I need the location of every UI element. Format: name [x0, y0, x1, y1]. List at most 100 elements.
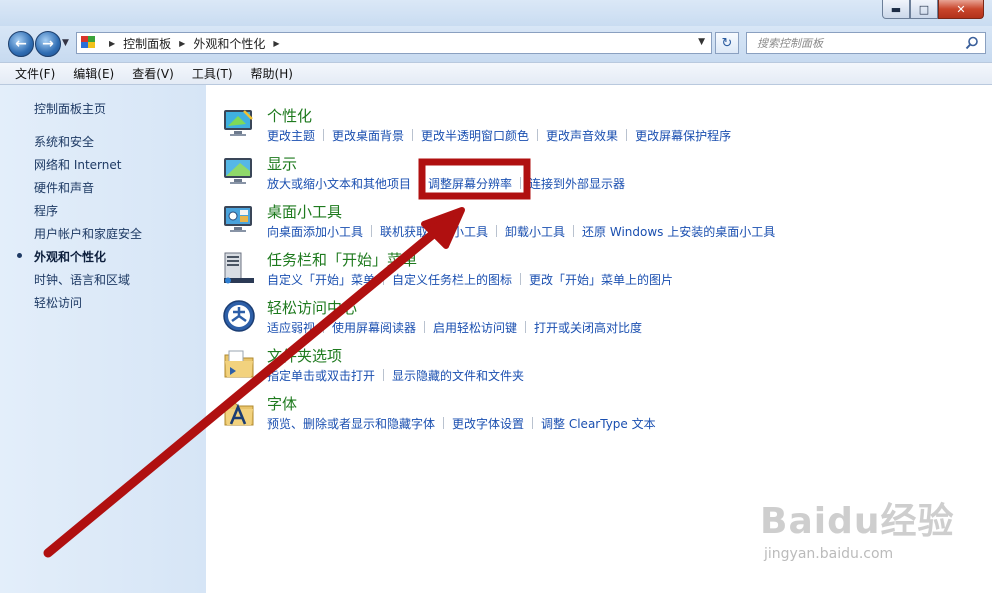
sidebar-item-user-accounts[interactable]: 用户帐户和家庭安全	[34, 225, 142, 242]
category-ease-of-access: 轻松访问中心 适应弱视 使用屏幕阅读器 启用轻松访问键 打开或关闭高对比度	[222, 297, 982, 343]
link-high-contrast[interactable]: 打开或关闭高对比度	[534, 321, 642, 335]
sidebar-item-appearance[interactable]: 外观和个性化	[34, 248, 106, 265]
search-box	[746, 32, 986, 54]
window-controls: ▬ □ ✕	[882, 0, 984, 19]
category-title[interactable]: 轻松访问中心	[267, 297, 357, 318]
link-divider	[532, 417, 534, 429]
category-links: 指定单击或双击打开 显示隐藏的文件和文件夹	[267, 367, 524, 384]
breadcrumb-separator-icon[interactable]: ▶	[109, 39, 115, 48]
link-change-theme[interactable]: 更改主题	[267, 129, 315, 143]
link-screen-resolution[interactable]: 调整屏幕分辨率	[428, 177, 512, 191]
breadcrumb-separator-icon[interactable]: ▶	[273, 39, 279, 48]
search-icon[interactable]	[965, 36, 979, 50]
link-divider	[412, 129, 414, 141]
link-divider	[520, 177, 522, 189]
link-click-options[interactable]: 指定单击或双击打开	[267, 369, 375, 383]
link-change-background[interactable]: 更改桌面背景	[332, 129, 404, 143]
sidebar-item-clock-language[interactable]: 时钟、语言和区域	[34, 271, 130, 288]
minimize-button[interactable]: ▬	[882, 0, 910, 19]
close-button[interactable]: ✕	[938, 0, 984, 19]
taskbar-icon[interactable]	[222, 251, 256, 285]
link-screen-reader[interactable]: 使用屏幕阅读器	[332, 321, 416, 335]
menu-help[interactable]: 帮助(H)	[242, 65, 302, 82]
forward-arrow-icon: →	[42, 36, 54, 52]
maximize-icon: □	[918, 2, 930, 16]
link-cleartype[interactable]: 调整 ClearType 文本	[541, 417, 656, 431]
category-display: 显示 放大或缩小文本和其他项目 调整屏幕分辨率 连接到外部显示器	[222, 153, 982, 199]
link-preview-fonts[interactable]: 预览、删除或者显示和隐藏字体	[267, 417, 435, 431]
category-folder-options: 文件夹选项 指定单击或双击打开 显示隐藏的文件和文件夹	[222, 345, 982, 391]
fonts-icon[interactable]	[222, 395, 256, 429]
back-button[interactable]: ←	[8, 31, 34, 57]
category-title[interactable]: 字体	[267, 393, 297, 414]
sidebar-item-ease-of-access[interactable]: 轻松访问	[34, 294, 82, 311]
sidebar-item-hardware-sound[interactable]: 硬件和声音	[34, 179, 94, 196]
link-divider	[443, 417, 445, 429]
minimize-icon: ▬	[890, 2, 902, 16]
category-taskbar: 任务栏和「开始」菜单 自定义「开始」菜单 自定义任务栏上的图标 更改「开始」菜单上的…	[222, 249, 982, 295]
category-title[interactable]: 任务栏和「开始」菜单	[267, 249, 417, 270]
watermark-url: jingyan.baidu.com	[764, 546, 894, 562]
link-divider	[323, 321, 325, 333]
breadcrumb-appearance[interactable]: 外观和个性化	[193, 35, 265, 52]
personalization-icon[interactable]	[222, 107, 256, 141]
current-item-bullet-icon	[17, 253, 22, 258]
category-title[interactable]: 个性化	[267, 105, 312, 126]
link-window-color[interactable]: 更改半透明窗口颜色	[421, 129, 529, 143]
menu-tools[interactable]: 工具(T)	[183, 65, 242, 82]
back-arrow-icon: ←	[15, 36, 27, 52]
refresh-button[interactable]: ↻	[715, 32, 739, 54]
folder-options-icon[interactable]	[222, 347, 256, 381]
sidebar-item-system-security[interactable]: 系统和安全	[34, 133, 94, 150]
link-change-start-picture[interactable]: 更改「开始」菜单上的图片	[529, 273, 673, 287]
category-title[interactable]: 桌面小工具	[267, 201, 342, 222]
link-divider	[424, 321, 426, 333]
link-low-vision[interactable]: 适应弱视	[267, 321, 315, 335]
maximize-button[interactable]: □	[910, 0, 938, 19]
sidebar-item-programs[interactable]: 程序	[34, 202, 58, 219]
address-dropdown-icon[interactable]: ▼	[698, 37, 705, 47]
category-links: 放大或缩小文本和其他项目 调整屏幕分辨率 连接到外部显示器	[267, 175, 625, 192]
close-icon: ✕	[956, 2, 966, 16]
link-show-hidden-files[interactable]: 显示隐藏的文件和文件夹	[392, 369, 524, 383]
gadgets-icon[interactable]	[222, 203, 256, 237]
link-external-display[interactable]: 连接到外部显示器	[529, 177, 625, 191]
link-divider	[520, 273, 522, 285]
link-customize-taskbar-icons[interactable]: 自定义任务栏上的图标	[392, 273, 512, 287]
breadcrumb-control-panel[interactable]: 控制面板	[123, 35, 171, 52]
watermark-brand: Baidu经验	[760, 501, 955, 542]
link-get-more-gadgets[interactable]: 联机获取更多小工具	[380, 225, 488, 239]
ease-of-access-icon[interactable]	[222, 299, 256, 333]
link-add-gadgets[interactable]: 向桌面添加小工具	[267, 225, 363, 239]
category-title[interactable]: 文件夹选项	[267, 345, 342, 366]
category-gadgets: 桌面小工具 向桌面添加小工具 联机获取更多小工具 卸载小工具 还原 Windows 上…	[222, 201, 982, 247]
menu-edit[interactable]: 编辑(E)	[64, 65, 123, 82]
link-sound-effects[interactable]: 更改声音效果	[546, 129, 618, 143]
search-input[interactable]	[755, 35, 959, 51]
link-ease-keys[interactable]: 启用轻松访问键	[433, 321, 517, 335]
category-personalization: 个性化 更改主题 更改桌面背景 更改半透明窗口颜色 更改声音效果 更改屏幕保护程序	[222, 105, 982, 151]
link-divider	[496, 225, 498, 237]
display-icon[interactable]	[222, 155, 256, 189]
menu-view[interactable]: 查看(V)	[123, 65, 183, 82]
link-zoom-text[interactable]: 放大或缩小文本和其他项目	[267, 177, 411, 191]
address-bar[interactable]: ▶ 控制面板 ▶ 外观和个性化 ▶ ▼	[76, 32, 712, 54]
link-screensaver[interactable]: 更改屏幕保护程序	[635, 129, 731, 143]
link-customize-start-menu[interactable]: 自定义「开始」菜单	[267, 273, 375, 287]
breadcrumb-separator-icon[interactable]: ▶	[179, 39, 185, 48]
baidu-watermark: Baidu经验 jingyan.baidu.com	[760, 478, 960, 578]
category-links: 向桌面添加小工具 联机获取更多小工具 卸载小工具 还原 Windows 上安装的桌面小…	[267, 223, 775, 240]
sidebar-item-home[interactable]: 控制面板主页	[34, 100, 106, 117]
link-divider	[323, 129, 325, 141]
link-restore-gadgets[interactable]: 还原 Windows 上安装的桌面小工具	[582, 225, 775, 239]
link-divider	[573, 225, 575, 237]
link-font-settings[interactable]: 更改字体设置	[452, 417, 524, 431]
sidebar-item-network[interactable]: 网络和 Internet	[34, 156, 121, 173]
menu-file[interactable]: 文件(F)	[6, 65, 64, 82]
link-divider	[626, 129, 628, 141]
category-title[interactable]: 显示	[267, 153, 297, 174]
recent-pages-dropdown[interactable]: ▼	[62, 38, 69, 48]
forward-button[interactable]: →	[35, 31, 61, 57]
category-links: 自定义「开始」菜单 自定义任务栏上的图标 更改「开始」菜单上的图片	[267, 271, 673, 288]
link-uninstall-gadget[interactable]: 卸载小工具	[505, 225, 565, 239]
